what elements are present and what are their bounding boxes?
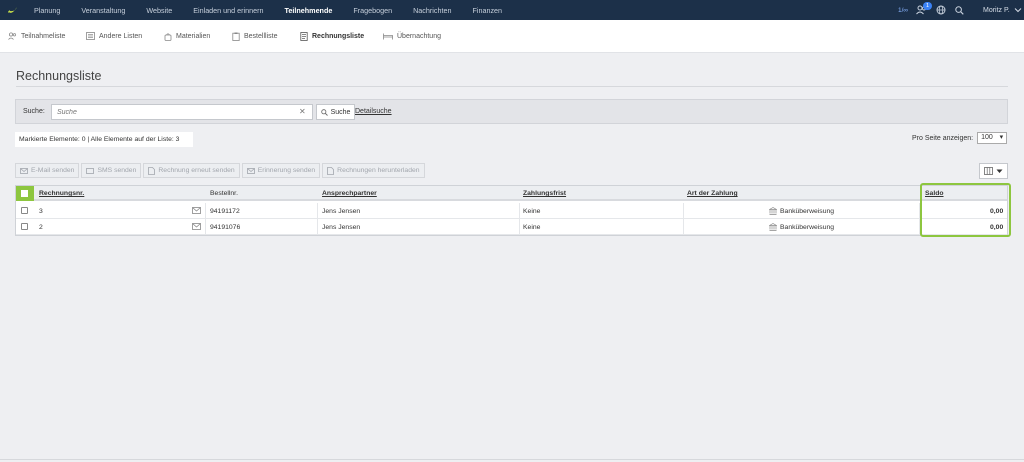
cell-rechnungsnr: 2 xyxy=(39,224,43,231)
send-reminder-button[interactable]: Erinnerung senden xyxy=(241,163,321,178)
nav-einladen[interactable]: Einladen und erinnern xyxy=(193,6,263,15)
subnav-materialien[interactable]: Materialien xyxy=(164,32,210,41)
participant-counter: 1/∞ xyxy=(898,6,909,14)
selection-info: Markierte Elemente: 0 | Alle Elemente au… xyxy=(15,132,193,147)
list-icon xyxy=(86,32,95,40)
nav-veranstaltung[interactable]: Veranstaltung xyxy=(81,6,125,15)
per-page-select[interactable]: 100 xyxy=(977,132,1008,144)
user-menu[interactable]: Moritz P. xyxy=(983,0,1022,20)
columns-icon xyxy=(984,167,993,175)
cell-divider xyxy=(683,219,684,235)
envelope-icon xyxy=(246,167,255,174)
search-bar: Suche: ✕ Suche Detailsuche xyxy=(15,99,1008,124)
cell-divider xyxy=(519,219,520,235)
subnav-andere-listen[interactable]: Andere Listen xyxy=(86,32,142,40)
document-icon xyxy=(327,166,335,175)
search-input[interactable] xyxy=(51,104,313,120)
cell-art-der-zahlung: Banküberweisung xyxy=(780,208,835,215)
select-all-checkbox[interactable] xyxy=(16,186,34,201)
sms-send-button[interactable]: SMS senden xyxy=(81,163,142,178)
action-toolbar: E-Mail senden SMS senden Rechnung erneut… xyxy=(15,163,427,178)
detail-search-link[interactable]: Detailsuche xyxy=(355,108,392,115)
cell-divider xyxy=(317,219,318,235)
row-checkbox[interactable] xyxy=(21,207,28,214)
bank-icon xyxy=(769,207,777,215)
sub-navbar: Teilnahmeliste Andere Listen Materialien… xyxy=(0,20,1024,53)
main-nav: Planung Veranstaltung Website Einladen u… xyxy=(34,0,523,20)
envelope-icon xyxy=(20,167,28,174)
col-ansprechpartner[interactable]: Ansprechpartner xyxy=(322,190,377,197)
invoice-table: Rechnungsnr. Bestellnr. Ansprechpartner … xyxy=(15,185,1008,236)
top-navbar: Planung Veranstaltung Website Einladen u… xyxy=(0,0,1024,20)
per-page-label: Pro Seite anzeigen: xyxy=(912,134,974,142)
search-button[interactable]: Suche xyxy=(316,104,355,120)
app-logo-icon[interactable] xyxy=(6,3,20,17)
table-header: Rechnungsnr. Bestellnr. Ansprechpartner … xyxy=(16,186,1007,201)
cell-zahlungsfrist: Keine xyxy=(523,224,541,231)
table-row[interactable]: 3 94191172 Jens Jensen Keine Banküberwei… xyxy=(16,203,1007,219)
subnav-rechnungsliste[interactable]: Rechnungsliste xyxy=(300,32,364,41)
download-invoices-button[interactable]: Rechnungen herunterladen xyxy=(322,163,425,178)
nav-teilnehmende[interactable]: Teilnehmende xyxy=(285,6,333,15)
col-zahlungsfrist[interactable]: Zahlungsfrist xyxy=(523,190,566,197)
notification-badge: 1 xyxy=(923,2,932,10)
cell-bestellnr: 94191172 xyxy=(210,208,240,215)
caret-down-icon xyxy=(996,169,1003,173)
globe-icon[interactable] xyxy=(936,0,946,20)
envelope-icon[interactable] xyxy=(192,223,201,230)
subnav-uebernachtung[interactable]: Übernachtung xyxy=(383,32,441,40)
cell-art-der-zahlung: Banküberweisung xyxy=(780,224,835,231)
nav-finanzen[interactable]: Finanzen xyxy=(472,6,502,15)
search-label: Suche: xyxy=(23,108,45,115)
cell-bestellnr: 94191076 xyxy=(210,224,241,231)
nav-website[interactable]: Website xyxy=(146,6,172,15)
table-row[interactable]: 2 94191076 Jens Jensen Keine Banküberwei… xyxy=(16,219,1007,235)
magnifier-icon xyxy=(320,108,328,116)
cell-divider xyxy=(205,219,206,235)
bag-icon xyxy=(164,33,172,41)
cell-divider xyxy=(683,203,684,219)
cell-zahlungsfrist: Keine xyxy=(523,208,541,215)
resend-invoice-button[interactable]: Rechnung erneut senden xyxy=(143,163,240,178)
document-icon xyxy=(148,166,156,175)
cell-rechnungsnr: 3 xyxy=(39,208,43,215)
col-bestellnr: Bestellnr. xyxy=(210,190,238,197)
bottom-divider xyxy=(0,459,1024,460)
sms-icon xyxy=(86,167,95,174)
people-icon xyxy=(8,32,17,40)
row-checkbox[interactable] xyxy=(21,223,28,230)
cell-ansprechpartner: Jens Jensen xyxy=(322,208,361,215)
email-send-button[interactable]: E-Mail senden xyxy=(15,163,80,178)
clipboard-icon xyxy=(232,32,240,41)
per-page-control: Pro Seite anzeigen: 100 xyxy=(912,132,1008,144)
envelope-icon[interactable] xyxy=(192,207,201,214)
nav-fragebogen[interactable]: Fragebogen xyxy=(353,6,392,15)
subnav-teilnahmeliste[interactable]: Teilnahmeliste xyxy=(8,32,65,40)
user-name: Moritz P. xyxy=(983,6,1010,14)
column-settings-button[interactable] xyxy=(979,163,1008,179)
cell-divider xyxy=(317,203,318,219)
cell-divider xyxy=(205,203,206,219)
chevron-down-icon xyxy=(1014,8,1022,13)
invoice-icon xyxy=(300,32,308,41)
nav-planung[interactable]: Planung xyxy=(34,6,60,15)
bed-icon xyxy=(383,33,393,40)
search-icon[interactable] xyxy=(955,0,964,20)
cell-ansprechpartner: Jens Jensen xyxy=(322,224,361,231)
nav-nachrichten[interactable]: Nachrichten xyxy=(413,6,451,15)
subnav-bestellliste[interactable]: Bestellliste xyxy=(232,32,277,41)
page-title: Rechnungsliste xyxy=(16,69,102,83)
saldo-column-highlight xyxy=(920,183,1011,237)
col-rechnungsnr[interactable]: Rechnungsnr. xyxy=(39,190,84,197)
title-divider xyxy=(16,86,1008,87)
cell-divider xyxy=(519,203,520,219)
clear-icon[interactable]: ✕ xyxy=(299,107,306,116)
bank-icon xyxy=(769,223,777,231)
col-art-der-zahlung[interactable]: Art der Zahlung xyxy=(687,190,738,197)
